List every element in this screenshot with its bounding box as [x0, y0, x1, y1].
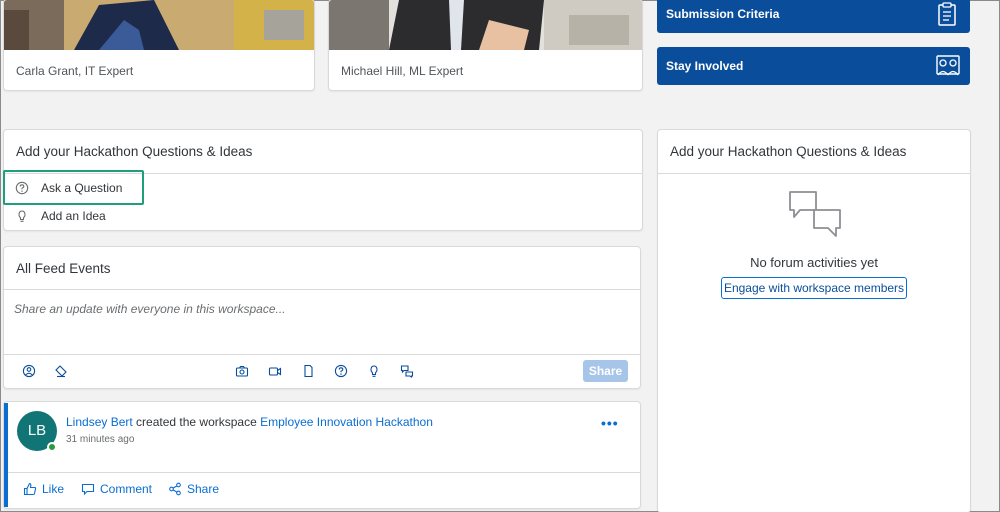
divider	[658, 173, 970, 174]
person-card-carla[interactable]: Carla Grant, IT Expert	[3, 0, 315, 91]
highlight-box	[3, 170, 144, 205]
divider	[4, 472, 640, 473]
panel-title: All Feed Events	[16, 261, 111, 276]
empty-state-text: No forum activities yet	[750, 255, 878, 270]
discussion-icon[interactable]	[400, 364, 414, 379]
post-action-text: created the workspace	[132, 415, 261, 429]
camera-icon[interactable]	[235, 364, 249, 378]
post-text: Lindsey Bert created the workspace Emplo…	[66, 415, 433, 429]
comment-button[interactable]: Comment	[81, 482, 152, 496]
question-icon[interactable]	[334, 364, 348, 378]
person-card-michael[interactable]: Michael Hill, ML Expert	[328, 0, 643, 91]
person-caption: Michael Hill, ML Expert	[341, 64, 464, 78]
person-caption: Carla Grant, IT Expert	[16, 64, 134, 78]
forum-panel: Add your Hackathon Questions & Ideas No …	[657, 129, 971, 512]
engage-members-button[interactable]: Engage with workspace members	[721, 277, 907, 299]
share-post-button[interactable]: Share	[168, 482, 219, 496]
video-icon[interactable]	[268, 364, 282, 378]
thumbs-up-icon	[23, 482, 37, 496]
feed-panel: All Feed Events	[3, 246, 641, 389]
lightbulb-icon[interactable]	[367, 364, 381, 378]
share-button[interactable]: Share	[583, 360, 628, 382]
panel-title: Add your Hackathon Questions & Ideas	[16, 144, 253, 159]
tile-label: Stay Involved	[666, 59, 744, 73]
discussion-icon	[788, 190, 842, 244]
panel-title: Add your Hackathon Questions & Ideas	[670, 144, 907, 159]
lightbulb-icon	[15, 209, 29, 223]
clipboard-icon	[936, 1, 958, 27]
post-timestamp: 31 minutes ago	[66, 434, 135, 445]
comment-label: Comment	[100, 482, 153, 496]
submission-criteria-tile[interactable]: Submission Criteria	[657, 0, 970, 33]
people-network-icon	[936, 53, 960, 79]
add-idea-item[interactable]: Add an Idea	[15, 209, 106, 223]
mention-icon[interactable]	[22, 364, 36, 378]
tag-icon[interactable]	[54, 364, 68, 378]
document-icon[interactable]	[301, 364, 315, 378]
composer-input[interactable]: Share an update with everyone in this wo…	[14, 302, 614, 316]
person-photo	[329, 0, 642, 50]
share-icon	[169, 482, 181, 496]
share-label: Share	[187, 482, 220, 496]
more-options-button[interactable]: •••	[601, 415, 619, 431]
add-idea-label: Add an Idea	[41, 209, 106, 223]
divider	[4, 289, 640, 290]
like-button[interactable]: Like	[23, 482, 64, 496]
person-photo	[4, 0, 314, 50]
tile-label: Submission Criteria	[666, 7, 780, 21]
post-accent-bar	[4, 403, 8, 507]
divider	[4, 354, 640, 355]
stay-involved-tile[interactable]: Stay Involved	[657, 47, 970, 85]
like-label: Like	[42, 482, 65, 496]
online-status-indicator	[47, 442, 57, 452]
comment-icon	[81, 483, 95, 496]
author-link[interactable]: Lindsey Bert	[66, 415, 133, 429]
workspace-link[interactable]: Employee Innovation Hackathon	[260, 415, 433, 429]
